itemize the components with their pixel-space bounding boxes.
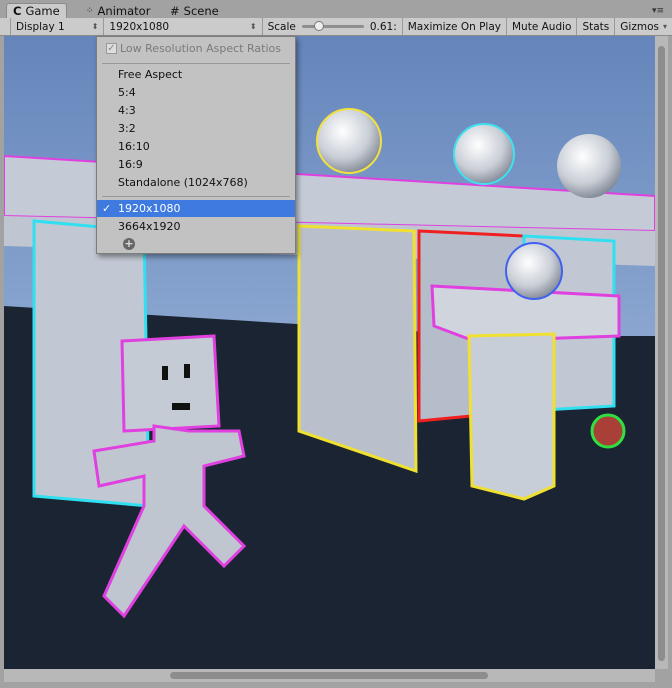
mute-audio-button[interactable]: Mute Audio — [507, 18, 578, 35]
tab-bar: C Game ⁘ Animator # Scene ▾≡ — [0, 0, 672, 18]
dropdown-arrow-icon: ▾ — [662, 22, 667, 31]
menu-item-1920x1080[interactable]: ✓ 1920x1080 — [97, 200, 295, 217]
updown-icon: ⬍ — [91, 22, 99, 31]
scale-slider[interactable] — [301, 21, 364, 31]
sphere — [453, 123, 515, 185]
menu-item-16-10[interactable]: 16:10 — [97, 138, 295, 155]
menu-item-3664x1920[interactable]: 3664x1920 — [97, 218, 295, 235]
tab-scene[interactable]: # Scene — [164, 3, 225, 18]
mushroom — [590, 413, 626, 449]
pacman-icon: C — [13, 4, 22, 18]
menu-item-3-2[interactable]: 3:2 — [97, 120, 295, 137]
panel-menu-icon[interactable]: ▾≡ — [652, 6, 664, 16]
grid-icon: # — [170, 3, 180, 18]
sphere — [316, 108, 382, 174]
add-resolution-icon[interactable]: + — [123, 238, 135, 250]
gizmos-button[interactable]: Gizmos ▾ — [615, 18, 672, 35]
game-toolbar: Display 1 ⬍ 1920x1080 ⬍ Scale 0.61: Maximiz… — [0, 18, 672, 36]
updown-icon: ⬍ — [249, 22, 257, 31]
menu-item-5-4[interactable]: 5:4 — [97, 84, 295, 101]
table-leg — [467, 332, 556, 501]
character-eye — [184, 364, 190, 378]
vertical-scrollbar[interactable] — [655, 36, 668, 669]
checkmark-icon: ✓ — [102, 202, 112, 215]
scrollbar-thumb[interactable] — [658, 46, 665, 661]
low-resolution-checkbox[interactable]: ✓ Low Resolution Aspect Ratios — [106, 42, 281, 55]
scrollbar-thumb[interactable] — [170, 672, 488, 679]
checkbox-icon: ✓ — [106, 43, 117, 54]
horizontal-scrollbar[interactable] — [4, 669, 655, 682]
display-select[interactable]: Display 1 ⬍ — [10, 18, 105, 35]
pillar — [297, 224, 418, 474]
resolution-select[interactable]: 1920x1080 ⬍ — [104, 18, 263, 35]
menu-item-16-9[interactable]: 16:9 — [97, 156, 295, 173]
separator — [102, 196, 290, 197]
separator — [102, 63, 290, 64]
character-eye — [162, 366, 168, 380]
tab-game[interactable]: C Game — [6, 3, 67, 18]
scale-control: Scale 0.61: — [263, 18, 403, 35]
resolution-dropdown-menu: ✓ Low Resolution Aspect Ratios Free Aspec… — [96, 36, 296, 254]
character-mouth — [172, 403, 190, 410]
maximize-on-play-button[interactable]: Maximize On Play — [403, 18, 507, 35]
animator-icon: ⁘ — [86, 5, 94, 16]
sphere — [557, 134, 621, 198]
sphere — [505, 242, 563, 300]
menu-item-free-aspect[interactable]: Free Aspect — [97, 66, 295, 83]
menu-item-4-3[interactable]: 4:3 — [97, 102, 295, 119]
character-head — [120, 334, 221, 433]
menu-item-standalone[interactable]: Standalone (1024x768) — [97, 174, 295, 191]
stats-button[interactable]: Stats — [577, 18, 616, 35]
tab-animator[interactable]: ⁘ Animator — [80, 3, 156, 18]
slider-knob[interactable] — [313, 21, 324, 31]
